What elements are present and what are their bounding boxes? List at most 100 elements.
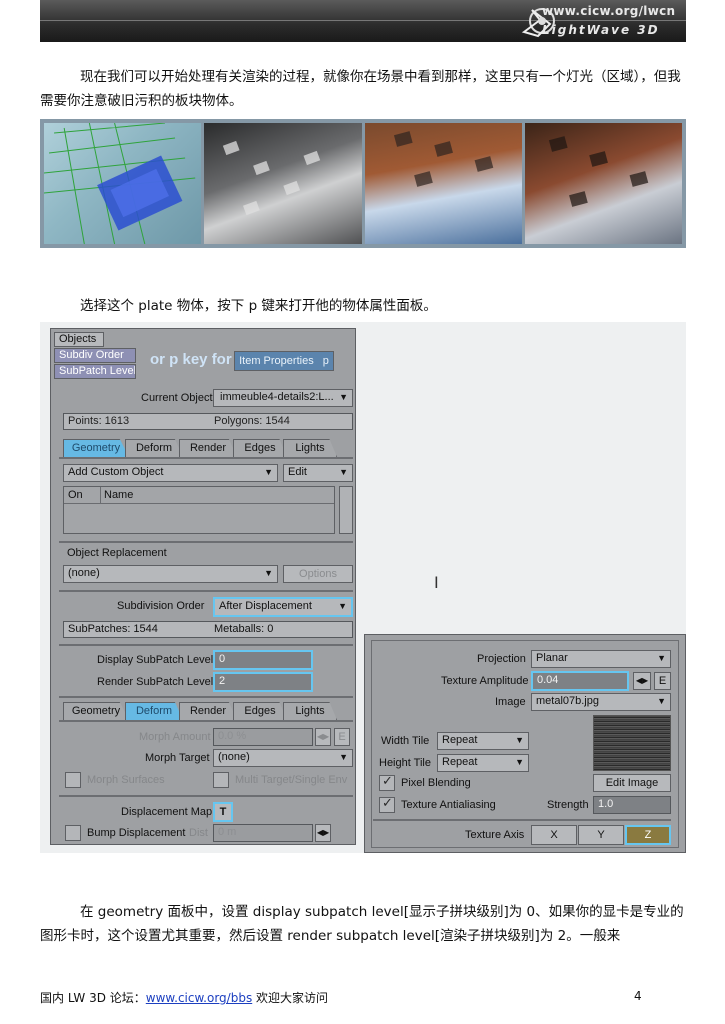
texture-amplitude-input[interactable]: 0.04 xyxy=(531,671,629,691)
morph-envelope-button[interactable]: E xyxy=(334,728,350,746)
chevron-down-icon: ▼ xyxy=(339,392,348,402)
strength-input[interactable]: 1.0 xyxy=(593,796,671,814)
subpatch-stats-bar: SubPatches: 1544 Metaballs: 0 xyxy=(63,621,353,638)
display-subpatch-input[interactable]: 0 xyxy=(213,650,313,670)
tab-divider xyxy=(59,457,353,459)
render-frame-grey xyxy=(204,123,362,244)
screenshot-panel-area: Objects Subdiv Order SubPatch Level or p… xyxy=(40,322,686,853)
section-divider xyxy=(59,696,353,698)
add-custom-object-dropdown[interactable]: Add Custom Object ▼ xyxy=(63,464,278,482)
tab-lights[interactable]: Lights xyxy=(283,702,337,720)
axis-z-button[interactable]: Z xyxy=(625,825,671,845)
width-tile-dropdown[interactable]: Repeat ▼ xyxy=(437,732,529,750)
envelope-arrows-icon[interactable]: ◀▶ xyxy=(633,672,651,690)
chevron-down-icon: ▼ xyxy=(264,467,273,477)
section-divider xyxy=(59,795,353,797)
tab-deform[interactable]: Deform xyxy=(125,702,183,720)
chevron-down-icon: ▼ xyxy=(515,757,524,767)
tab-deform[interactable]: Deform xyxy=(125,439,183,457)
polygons-count: Polygons: 1544 xyxy=(214,415,290,427)
section-divider xyxy=(59,590,353,592)
object-replacement-value: (none) xyxy=(68,567,100,579)
menu-item-subdiv-order[interactable]: Subdiv Order xyxy=(54,348,136,363)
tab-geometry[interactable]: Geometry xyxy=(63,439,129,457)
projection-value: Planar xyxy=(536,652,568,664)
bump-displacement-checkbox[interactable] xyxy=(65,825,81,841)
tab-render[interactable]: Render xyxy=(179,439,237,457)
item-properties-label: Item Properties xyxy=(239,355,314,367)
list-header-divider xyxy=(64,503,334,504)
strength-label: Strength xyxy=(547,799,589,811)
tab-lights[interactable]: Lights xyxy=(283,439,337,457)
tab-render[interactable]: Render xyxy=(179,702,237,720)
column-on: On xyxy=(68,489,83,501)
tab-edges[interactable]: Edges xyxy=(233,439,287,457)
object-menu: Objects Subdiv Order SubPatch Level xyxy=(54,332,144,382)
edit-label: Edit xyxy=(288,466,307,478)
page-number: 4 xyxy=(634,989,642,1003)
height-tile-value: Repeat xyxy=(442,756,478,768)
morph-amount-label: Morph Amount xyxy=(139,731,211,743)
texture-editor-panel: Projection Planar ▼ Texture Amplitude 0.… xyxy=(364,634,686,853)
texture-antialiasing-label: Texture Antialiasing xyxy=(401,799,496,811)
current-object-label: Current Object xyxy=(141,392,213,404)
envelope-arrows-icon[interactable]: ◀▶ xyxy=(315,824,331,842)
property-tabs-deform: Geometry Deform Render Edges Lights xyxy=(63,702,353,720)
morph-amount-input[interactable]: 0.0 % xyxy=(213,728,313,746)
texture-antialiasing-checkbox[interactable] xyxy=(379,796,395,813)
edit-image-button[interactable]: Edit Image xyxy=(593,774,671,792)
chevron-down-icon: ▼ xyxy=(264,568,273,578)
pixel-blending-label: Pixel Blending xyxy=(401,777,471,789)
displacement-map-label: Displacement Map xyxy=(121,806,213,818)
list-scrollbar[interactable] xyxy=(339,486,353,534)
tab-edges[interactable]: Edges xyxy=(233,702,287,720)
texture-amplitude-label: Texture Amplitude xyxy=(441,675,529,687)
banner-divider xyxy=(40,20,686,21)
morph-surfaces-label: Morph Surfaces xyxy=(87,774,165,786)
footer-prefix: 国内 LW 3D 论坛： xyxy=(40,991,146,1005)
image-dropdown[interactable]: metal07b.jpg ▼ xyxy=(531,693,671,711)
footer-forum-line: 国内 LW 3D 论坛：www.cicw.org/bbs 欢迎大家访问 xyxy=(40,989,328,1006)
dist-input[interactable]: 0 m xyxy=(213,824,313,842)
column-name: Name xyxy=(104,489,134,501)
pixel-blending-checkbox[interactable] xyxy=(379,774,395,791)
current-object-dropdown[interactable]: immeuble4-details2:L... ▼ xyxy=(213,389,353,407)
chevron-down-icon: ▼ xyxy=(339,467,348,477)
axis-x-button[interactable]: X xyxy=(531,825,577,845)
intro-paragraph: 现在我们可以开始处理有关渲染的过程，就像你在场景中看到那样，这里只有一个灯光（区… xyxy=(40,69,681,109)
menu-item-objects[interactable]: Objects xyxy=(54,332,104,347)
axis-y-button[interactable]: Y xyxy=(578,825,624,845)
property-tabs: Geometry Deform Render Edges Lights xyxy=(63,439,353,457)
morph-target-label: Morph Target xyxy=(145,752,210,764)
subdivision-order-dropdown[interactable]: After Displacement ▼ xyxy=(213,597,353,617)
width-tile-value: Repeat xyxy=(442,734,478,746)
text-cursor-icon: I xyxy=(434,573,439,592)
envelope-arrows-icon[interactable]: ◀▶ xyxy=(315,728,331,746)
morph-target-dropdown[interactable]: (none) ▼ xyxy=(213,749,353,767)
edit-dropdown[interactable]: Edit ▼ xyxy=(283,464,353,482)
multi-target-checkbox[interactable] xyxy=(213,772,229,788)
amplitude-envelope-button[interactable]: E xyxy=(654,672,671,690)
projection-dropdown[interactable]: Planar ▼ xyxy=(531,650,671,668)
custom-object-list[interactable]: On Name xyxy=(63,486,335,534)
height-tile-dropdown[interactable]: Repeat ▼ xyxy=(437,754,529,772)
chevron-down-icon: ▼ xyxy=(515,735,524,745)
displacement-map-texture-button[interactable]: T xyxy=(213,802,233,822)
object-replacement-dropdown[interactable]: (none) ▼ xyxy=(63,565,278,583)
footer-suffix: 欢迎大家访问 xyxy=(252,991,329,1005)
banner-brand: LightWave 3D xyxy=(542,23,660,37)
forum-link[interactable]: www.cicw.org/bbs xyxy=(146,991,252,1005)
menu-item-subpatch-level[interactable]: SubPatch Level xyxy=(54,364,136,379)
item-properties-button[interactable]: Item Properties p xyxy=(234,351,334,371)
width-tile-label: Width Tile xyxy=(381,735,430,747)
chevron-down-icon: ▼ xyxy=(657,696,666,706)
render-subpatch-input[interactable]: 2 xyxy=(213,672,313,692)
morph-surfaces-checkbox[interactable] xyxy=(65,772,81,788)
projection-label: Projection xyxy=(477,653,526,665)
render-subpatch-label: Render SubPatch Level xyxy=(97,676,214,688)
chevron-down-icon: ▼ xyxy=(657,653,666,663)
header-banner: www.cicw.org/lwcn LightWave 3D xyxy=(40,0,686,42)
subdivision-order-label: Subdivision Order xyxy=(117,600,205,612)
options-button[interactable]: Options xyxy=(283,565,353,583)
tab-geometry[interactable]: Geometry xyxy=(63,702,129,720)
